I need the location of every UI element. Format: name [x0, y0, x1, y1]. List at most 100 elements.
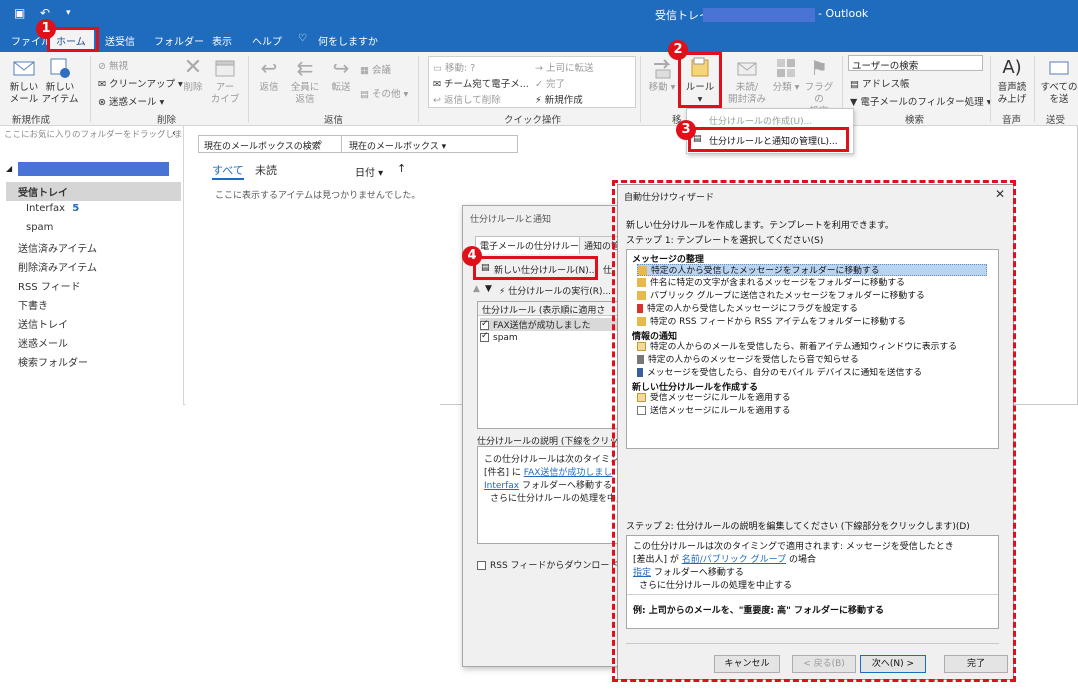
forward-button[interactable]: ↪ 転送: [326, 56, 356, 94]
more-button[interactable]: ▤ その他 ▾: [360, 86, 408, 100]
filter-email-button[interactable]: ▼ 電子メールのフィルター処理 ▾: [850, 94, 991, 108]
read-aloud-button[interactable]: A) 音声読 み上げ: [994, 56, 1030, 106]
sort-direction-icon[interactable]: ↑: [397, 162, 406, 175]
ignore-button[interactable]: ⊘ 無視: [98, 58, 128, 72]
search-placeholder: 現在のメールボックスの検索: [204, 142, 321, 152]
group-respond-label: 返信: [324, 115, 344, 126]
qs-create-new[interactable]: ⚡ 新規作成: [535, 92, 583, 106]
search-icon[interactable]: ⌕: [317, 137, 323, 148]
annotation-manage-rules: [688, 127, 849, 152]
folder-search[interactable]: 検索フォルダー: [18, 354, 88, 369]
desc-line: [件名] に FAX送信が成功しまし: [484, 465, 612, 478]
qs-move[interactable]: ▭ 移動: ?: [433, 60, 475, 74]
ribbon-separator: [418, 56, 419, 122]
reply-button[interactable]: ↩ 返信: [254, 56, 284, 94]
group-speech-label: 音声: [1002, 115, 1022, 126]
rss-checkbox[interactable]: [477, 561, 486, 570]
meeting-label: 会議: [372, 65, 392, 76]
rule-checkbox[interactable]: [480, 331, 489, 342]
unread-read-button[interactable]: 未読/ 開封済み: [726, 56, 768, 106]
tab-send-receive[interactable]: 送受信: [105, 33, 135, 48]
tab-all[interactable]: すべて: [212, 162, 244, 180]
qs-reply-delete[interactable]: ↩ 返信して削除: [433, 92, 501, 106]
annotation-rules-button: [678, 52, 722, 108]
send-receive-icon: [1049, 61, 1069, 75]
folder-link[interactable]: Interfax: [484, 481, 519, 491]
step-badge-4: 4: [462, 246, 482, 266]
qs-reply-delete-label: 返信して削除: [443, 95, 501, 106]
ribbon-separator: [248, 56, 249, 122]
new-items-label: 新しい アイテム: [41, 82, 79, 105]
qs-to-manager-label: 上司に転送: [545, 63, 594, 74]
cleanup-button[interactable]: ✉ クリーンアップ ▾: [98, 76, 183, 90]
delete-label: 削除: [183, 82, 203, 93]
send-receive-all-button[interactable]: すべての を送: [1040, 56, 1078, 106]
read-aloud-label: 音声読 み上げ: [997, 82, 1027, 105]
step-badge-3: 3: [676, 120, 696, 140]
qs-to-manager[interactable]: → 上司に転送: [535, 60, 594, 74]
redacted-account-name[interactable]: [18, 162, 169, 176]
folder-interfax[interactable]: Interfax 5: [26, 203, 79, 214]
undo-icon[interactable]: ↶: [40, 6, 50, 20]
expand-arrow-icon[interactable]: ◢: [6, 164, 12, 173]
folder-rss[interactable]: RSS フィード: [18, 278, 81, 293]
folder-inbox-label: 受信トレイ: [18, 188, 68, 199]
folder-spam[interactable]: spam: [26, 222, 53, 233]
new-mail-icon: [13, 61, 35, 76]
qs-move-label: 移動: ?: [445, 63, 476, 74]
folder-deleted[interactable]: 削除済みアイテム: [18, 259, 97, 274]
run-rules-button[interactable]: ⚡ 仕分けルールの実行(R)...: [499, 284, 611, 297]
rule-name: FAX送信が成功しました: [493, 321, 591, 331]
envelope-icon: [737, 62, 757, 76]
redacted-account: [703, 8, 815, 22]
qs-done[interactable]: ✓ 完了: [535, 76, 565, 90]
search-scope-dropdown[interactable]: 現在のメールボックス ▾: [349, 139, 446, 152]
move-down-icon[interactable]: ▼: [485, 284, 492, 294]
reply-all-button[interactable]: ⇇ 全員に 返信: [288, 56, 322, 106]
folder-outbox[interactable]: 送信トレイ: [18, 316, 68, 331]
ribbon-separator: [1034, 56, 1035, 122]
collapse-pane-icon[interactable]: ‹: [172, 128, 176, 139]
rule-row[interactable]: FAX送信が成功しました: [480, 318, 622, 331]
tab-email-rules[interactable]: 電子メールの仕分けルール: [475, 236, 594, 254]
mailbox-search-input[interactable]: 現在のメールボックスの検索 ⌕ 現在のメールボックス ▾: [198, 135, 518, 153]
tab-view[interactable]: 表示: [212, 33, 232, 48]
folder-junk[interactable]: 迷惑メール: [18, 335, 68, 350]
qat-dropdown-icon[interactable]: ▾: [66, 8, 71, 18]
folder-inbox[interactable]: 受信トレイ: [6, 182, 181, 201]
tab-help[interactable]: ヘルプ: [252, 33, 282, 48]
menu-bar: ファイル ホーム 送受信 フォルダー 表示 ヘルプ ♡ 何をしますか: [0, 28, 1078, 52]
create-rule-item[interactable]: 仕分けルールの作成(U)...: [709, 114, 812, 127]
subject-link[interactable]: FAX送信が成功しまし: [524, 468, 613, 478]
tab-unread[interactable]: 未読: [255, 162, 277, 178]
reply-all-icon: ⇇: [296, 56, 314, 80]
delete-button[interactable]: ✕ 削除: [178, 56, 208, 94]
empty-list-message: ここに表示するアイテムは見つかりませんでした。: [215, 191, 421, 201]
ribbon-separator: [990, 56, 991, 122]
sort-by-date[interactable]: 日付 ▾: [355, 164, 383, 179]
change-rule-button[interactable]: 仕: [603, 263, 612, 276]
archive-button[interactable]: アー カイブ: [210, 56, 240, 106]
ribbon-separator: [90, 56, 91, 122]
rule-checkbox[interactable]: [480, 319, 489, 330]
junk-button[interactable]: ⊗ 迷惑メール ▾: [98, 94, 164, 108]
new-items-button[interactable]: 新しい アイテム: [40, 56, 80, 106]
tab-folder[interactable]: フォルダー: [154, 33, 204, 48]
move-up-icon[interactable]: ▲: [473, 284, 480, 294]
new-mail-button[interactable]: 新しい メール: [6, 56, 42, 106]
favorites-hint: ここにお気に入りのフォルダーをドラッグしま: [4, 130, 183, 140]
rule-description-box: この仕分けルールは次のタイミングで [件名] に FAX送信が成功しまし Int…: [477, 446, 637, 544]
meeting-button[interactable]: ▦ 会議: [360, 62, 391, 76]
search-people-input[interactable]: ユーザーの検索: [848, 55, 983, 72]
app-icon[interactable]: ▣: [14, 6, 25, 20]
rules-column-header: 仕分けルール (表示順に適用さ: [478, 302, 624, 316]
address-book-button[interactable]: ▤ アドレス帳: [850, 76, 910, 90]
qs-team-email[interactable]: ✉ チーム宛て電子メ...: [433, 76, 529, 90]
tell-me-search[interactable]: 何をしますか: [318, 33, 378, 48]
move-button[interactable]: 移動 ▾: [646, 56, 678, 94]
categorize-button[interactable]: 分類 ▾: [772, 56, 800, 94]
rule-row[interactable]: spam: [480, 331, 622, 346]
folder-drafts[interactable]: 下書き: [18, 297, 48, 312]
folder-sent[interactable]: 送信済みアイテム: [18, 240, 97, 255]
lightbulb-icon: ♡: [298, 33, 307, 44]
